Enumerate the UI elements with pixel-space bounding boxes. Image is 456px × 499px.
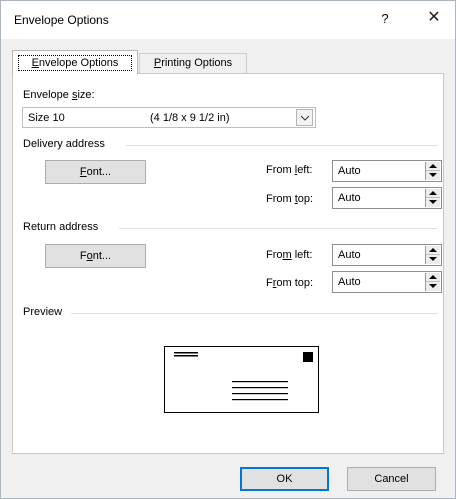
envelope-size-label: Envelope size:: [23, 89, 95, 101]
delivery-address-line: [232, 393, 288, 395]
delivery-address-line: [232, 381, 288, 383]
spin-down-icon[interactable]: [426, 171, 440, 180]
envelope-options-dialog: Envelope Options ? ✕ Envelope Options Pr…: [0, 0, 456, 499]
preview-group-label: Preview: [23, 306, 63, 318]
spin-down-icon[interactable]: [426, 255, 440, 264]
spin-up-icon[interactable]: [426, 246, 440, 255]
return-from-left-value: Auto: [338, 249, 361, 261]
spin-up-icon[interactable]: [426, 189, 440, 198]
stamp-icon: [303, 352, 313, 362]
envelope-preview-graphic: [174, 352, 313, 401]
spin-down-icon[interactable]: [426, 282, 440, 291]
return-address-line: [174, 352, 198, 354]
delivery-address-group-label: Delivery address: [23, 138, 105, 150]
return-from-top-label: From top:: [266, 277, 314, 289]
help-button[interactable]: ?: [373, 8, 397, 30]
return-address-line: [174, 355, 198, 357]
close-button[interactable]: ✕: [419, 7, 449, 31]
tab-envelope-options-label: Envelope Options: [18, 55, 132, 71]
envelope-size-value: Size 10: [28, 112, 65, 124]
delivery-address-line: [232, 387, 288, 389]
delivery-from-top-field[interactable]: Auto: [332, 187, 442, 209]
return-from-top-field[interactable]: Auto: [332, 271, 442, 293]
preview-group-divider: [71, 313, 438, 314]
return-font-button[interactable]: Font...: [45, 244, 146, 268]
return-from-left-field[interactable]: Auto: [332, 244, 442, 266]
delivery-from-left-label: From left:: [266, 164, 313, 176]
delivery-font-button[interactable]: Font...: [45, 160, 146, 184]
delivery-address-line: [232, 399, 288, 401]
spinner: [425, 189, 440, 207]
spinner: [425, 162, 440, 180]
envelope-preview: [164, 346, 319, 413]
spin-up-icon[interactable]: [426, 273, 440, 282]
chevron-down-icon[interactable]: [296, 109, 313, 126]
return-from-top-value: Auto: [338, 276, 361, 288]
delivery-from-top-label: From top:: [266, 193, 314, 205]
return-address-group-label: Return address: [23, 221, 99, 233]
tab-printing-options-label: Printing Options: [153, 57, 233, 69]
window-title: Envelope Options: [14, 13, 109, 27]
cancel-button[interactable]: Cancel: [347, 467, 436, 491]
return-from-left-label: From left:: [266, 249, 313, 261]
spin-up-icon[interactable]: [426, 162, 440, 171]
envelope-size-dimensions: (4 1/8 x 9 1/2 in): [150, 112, 230, 124]
ok-button[interactable]: OK: [240, 467, 329, 491]
spin-down-icon[interactable]: [426, 198, 440, 207]
delivery-from-left-value: Auto: [338, 165, 361, 177]
return-group-divider: [119, 228, 438, 229]
delivery-group-divider: [126, 145, 438, 146]
title-bar: Envelope Options ? ✕: [1, 1, 455, 39]
delivery-from-top-value: Auto: [338, 192, 361, 204]
envelope-size-select[interactable]: Size 10 (4 1/8 x 9 1/2 in): [22, 107, 316, 128]
tab-envelope-options[interactable]: Envelope Options: [12, 50, 138, 74]
delivery-from-left-field[interactable]: Auto: [332, 160, 442, 182]
tab-printing-options[interactable]: Printing Options: [139, 53, 247, 73]
spinner: [425, 246, 440, 264]
spinner: [425, 273, 440, 291]
